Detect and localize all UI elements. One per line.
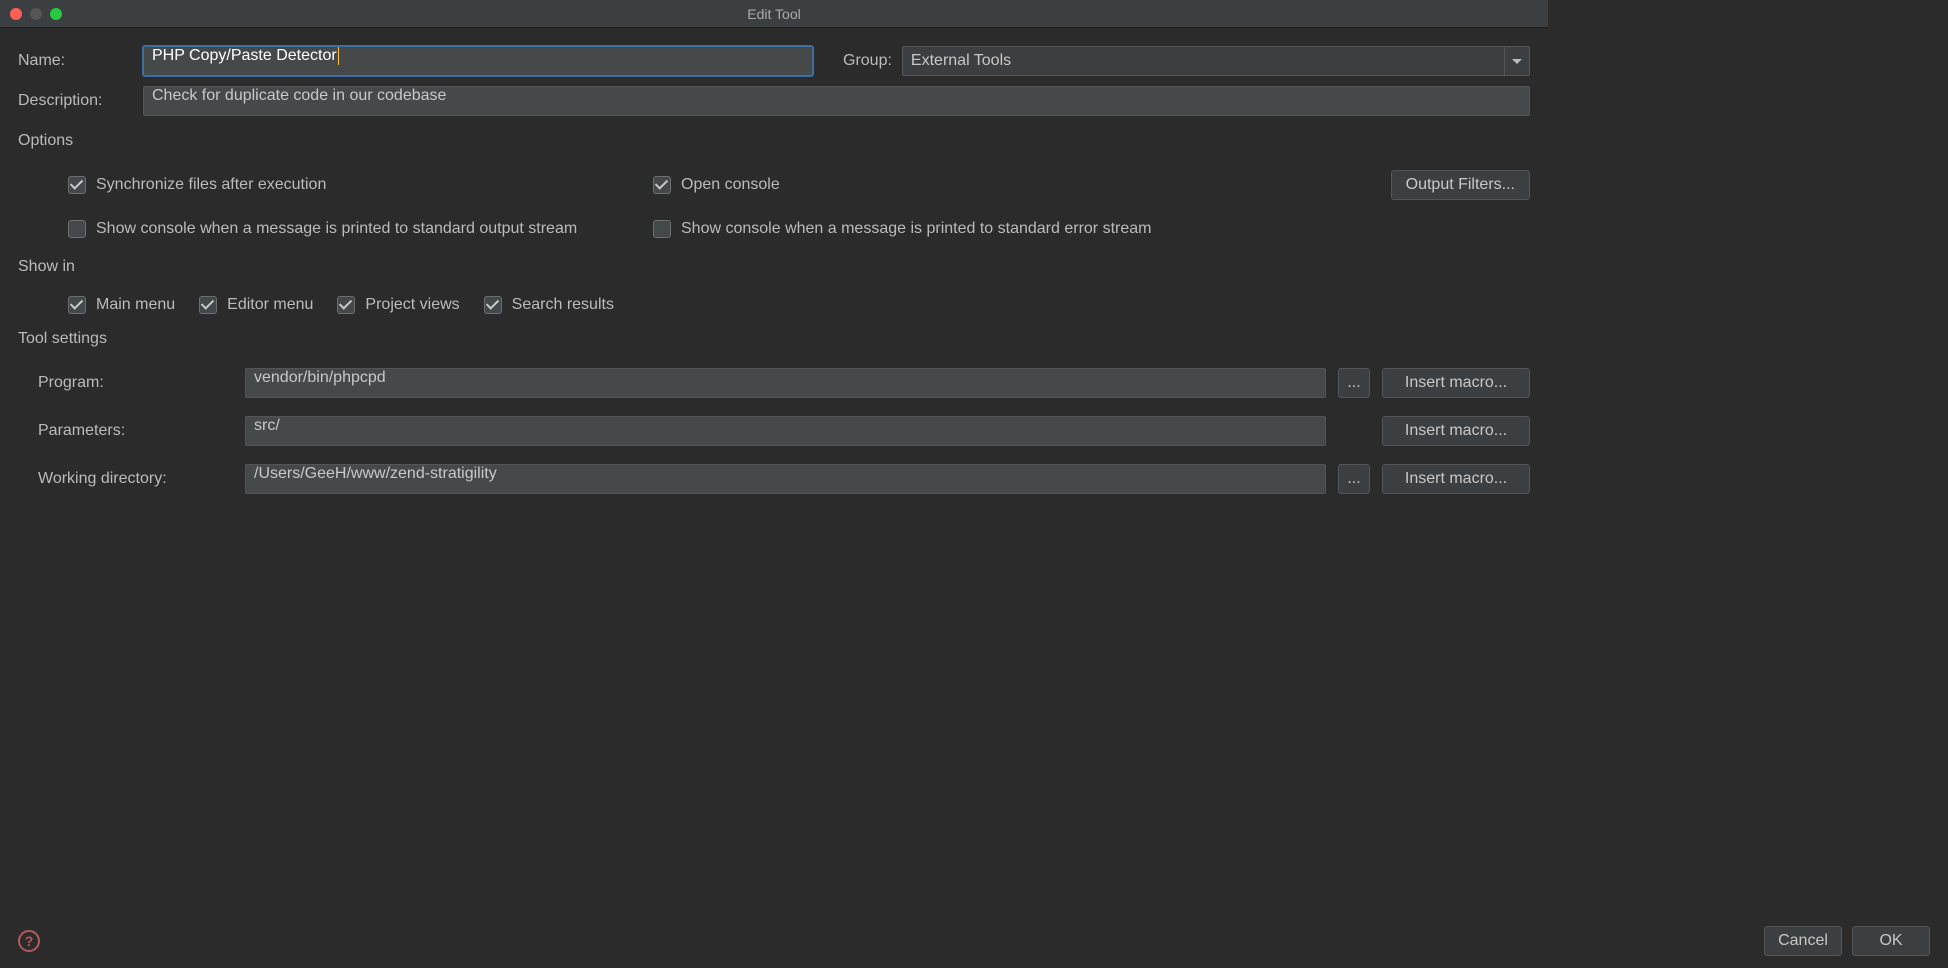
options-section-header: Options xyxy=(18,132,1530,150)
titlebar: Edit Tool xyxy=(0,0,1548,28)
working-directory-label: Working directory: xyxy=(38,470,233,488)
window-title: Edit Tool xyxy=(0,6,1548,22)
open-console-label: Open console xyxy=(681,176,780,194)
description-input[interactable]: Check for duplicate code in our codebase xyxy=(143,86,1530,116)
working-directory-input[interactable]: /Users/GeeH/www/zend-stratigility xyxy=(245,464,1326,494)
name-input-value: PHP Copy/Paste Detector xyxy=(152,47,337,64)
group-select-value: External Tools xyxy=(902,46,1504,76)
dialog-footer: ? Cancel OK xyxy=(18,926,1930,956)
maximize-window-icon[interactable] xyxy=(50,8,62,20)
dialog-content: Name: PHP Copy/Paste Detector Group: Ext… xyxy=(0,28,1548,494)
search-results-label: Search results xyxy=(512,296,614,314)
name-label: Name: xyxy=(18,52,143,70)
parameters-label: Parameters: xyxy=(38,422,233,440)
showin-section-header: Show in xyxy=(18,258,1530,276)
editor-menu-label: Editor menu xyxy=(227,296,313,314)
help-icon[interactable]: ? xyxy=(18,930,40,952)
group-select[interactable]: External Tools xyxy=(902,46,1530,76)
ok-button[interactable]: OK xyxy=(1852,926,1930,956)
minimize-window-icon[interactable] xyxy=(30,8,42,20)
main-menu-label: Main menu xyxy=(96,296,175,314)
program-input[interactable]: vendor/bin/phpcpd xyxy=(245,368,1326,398)
show-stderr-checkbox[interactable] xyxy=(653,220,671,238)
program-insert-macro-button[interactable]: Insert macro... xyxy=(1382,368,1530,398)
group-select-button[interactable] xyxy=(1504,46,1530,76)
search-results-checkbox[interactable] xyxy=(484,296,502,314)
working-directory-browse-button[interactable]: ... xyxy=(1338,464,1370,494)
open-console-checkbox[interactable] xyxy=(653,176,671,194)
editor-menu-checkbox[interactable] xyxy=(199,296,217,314)
show-stderr-label: Show console when a message is printed t… xyxy=(681,220,1151,238)
main-menu-checkbox[interactable] xyxy=(68,296,86,314)
sync-files-label: Synchronize files after execution xyxy=(96,176,326,194)
parameters-insert-macro-button[interactable]: Insert macro... xyxy=(1382,416,1530,446)
program-browse-button[interactable]: ... xyxy=(1338,368,1370,398)
text-caret-icon xyxy=(338,47,339,65)
program-label: Program: xyxy=(38,374,233,392)
show-stdout-checkbox[interactable] xyxy=(68,220,86,238)
working-directory-insert-macro-button[interactable]: Insert macro... xyxy=(1382,464,1530,494)
window-controls xyxy=(10,8,62,20)
close-window-icon[interactable] xyxy=(10,8,22,20)
description-label: Description: xyxy=(18,92,143,110)
cancel-button[interactable]: Cancel xyxy=(1764,926,1842,956)
sync-files-checkbox[interactable] xyxy=(68,176,86,194)
name-input[interactable]: PHP Copy/Paste Detector xyxy=(143,46,813,76)
parameters-input[interactable]: src/ xyxy=(245,416,1326,446)
project-views-label: Project views xyxy=(365,296,459,314)
show-stdout-label: Show console when a message is printed t… xyxy=(96,220,577,238)
tool-settings-section-header: Tool settings xyxy=(18,330,1530,348)
chevron-down-icon xyxy=(1512,59,1522,64)
project-views-checkbox[interactable] xyxy=(337,296,355,314)
output-filters-button[interactable]: Output Filters... xyxy=(1391,170,1530,200)
group-label: Group: xyxy=(843,52,892,70)
